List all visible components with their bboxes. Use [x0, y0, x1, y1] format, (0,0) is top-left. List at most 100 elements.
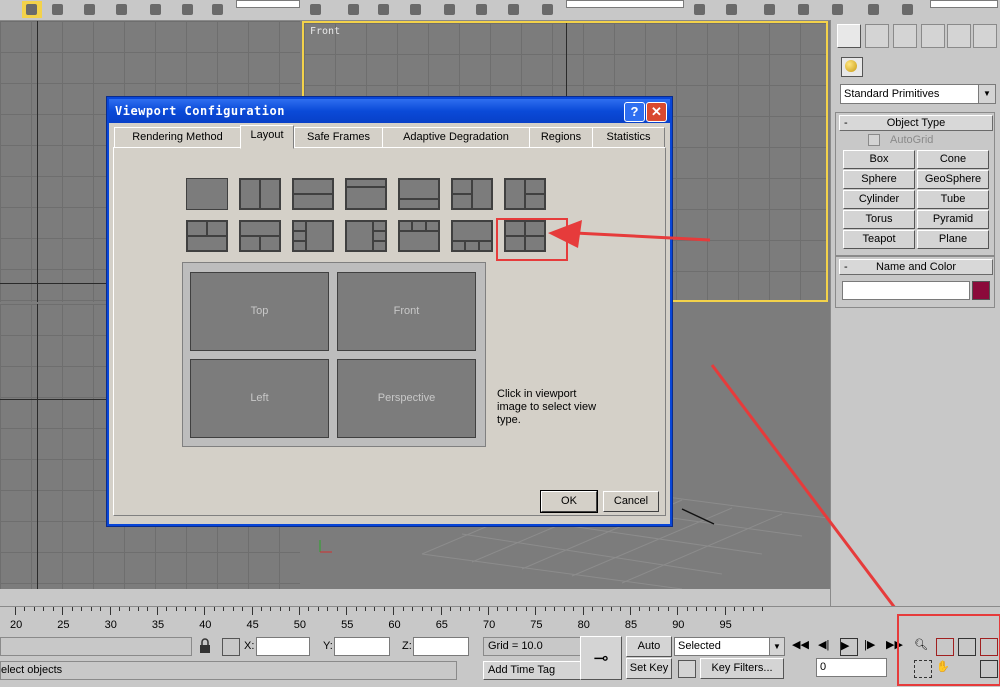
- key-filters-button[interactable]: Key Filters...: [700, 658, 784, 679]
- reference-coordinate-dropdown[interactable]: [236, 0, 300, 8]
- layout-option[interactable]: [292, 220, 334, 252]
- cameras-icon[interactable]: [909, 57, 929, 75]
- space-warps-icon[interactable]: [953, 57, 973, 75]
- named-selection-sets-field[interactable]: [566, 0, 684, 8]
- layout-option[interactable]: [239, 178, 281, 210]
- select-by-name-icon[interactable]: [48, 1, 68, 18]
- material-editor-icon[interactable]: [864, 1, 884, 18]
- snaps-icon[interactable]: [374, 1, 394, 18]
- set-key-button[interactable]: Set Key: [626, 658, 672, 679]
- tab-rendering-method[interactable]: Rendering Method: [114, 127, 241, 148]
- x-coordinate-field[interactable]: [256, 637, 310, 656]
- torus-button[interactable]: Torus: [843, 210, 915, 229]
- layout-option[interactable]: [398, 220, 440, 252]
- edit-named-selection-icon[interactable]: [538, 1, 558, 18]
- layout-option[interactable]: [186, 178, 228, 210]
- auto-key-button[interactable]: Auto Key: [626, 636, 672, 671]
- align-icon[interactable]: [722, 1, 742, 18]
- object-type-header[interactable]: - Object Type: [839, 115, 993, 131]
- layout-option[interactable]: [345, 220, 387, 252]
- move-icon[interactable]: [146, 1, 166, 18]
- mirror-icon[interactable]: [690, 1, 710, 18]
- tab-layout[interactable]: Layout: [240, 125, 294, 149]
- ok-button[interactable]: OK: [541, 491, 597, 512]
- tab-safe-frames[interactable]: Safe Frames: [294, 127, 383, 148]
- layout-option[interactable]: [239, 220, 281, 252]
- close-icon[interactable]: ✕: [646, 102, 667, 122]
- curve-editor-icon[interactable]: [794, 1, 814, 18]
- timeline-track-bar[interactable]: 20 25 30 35 40 45 50 55 60 65 70 75 80 85 90 95: [0, 606, 1000, 635]
- geosphere-button[interactable]: GeoSphere: [917, 170, 989, 189]
- cylinder-button[interactable]: Cylinder: [843, 190, 915, 209]
- y-coordinate-field[interactable]: [334, 637, 390, 656]
- preview-viewport-left[interactable]: Left: [190, 359, 329, 438]
- layout-option[interactable]: [186, 220, 228, 252]
- render-type-dropdown[interactable]: [930, 0, 998, 8]
- layer-manager-icon[interactable]: [760, 1, 780, 18]
- play-icon[interactable]: ▶: [840, 638, 858, 656]
- layout-option[interactable]: [504, 178, 546, 210]
- percent-snap-icon[interactable]: [440, 1, 460, 18]
- lock-icon[interactable]: [198, 638, 214, 654]
- render-scene-icon[interactable]: [898, 1, 918, 18]
- help-icon[interactable]: ?: [624, 102, 645, 122]
- absolute-mode-icon[interactable]: [222, 638, 240, 656]
- scale-icon[interactable]: [208, 1, 228, 18]
- layout-option[interactable]: [292, 178, 334, 210]
- layout-option[interactable]: [345, 178, 387, 210]
- preview-viewport-front[interactable]: Front: [337, 272, 476, 351]
- geometry-icon[interactable]: [841, 57, 863, 77]
- layout-option[interactable]: [451, 178, 493, 210]
- next-frame-icon[interactable]: |▶: [864, 638, 880, 654]
- hierarchy-tab-icon[interactable]: [893, 24, 917, 48]
- cone-button[interactable]: Cone: [917, 150, 989, 169]
- dialog-title-bar[interactable]: Viewport Configuration ? ✕: [109, 99, 670, 123]
- previous-frame-icon[interactable]: ◀|: [818, 638, 834, 654]
- viewport-label-front[interactable]: Front: [310, 26, 340, 37]
- lights-icon[interactable]: [887, 57, 907, 75]
- cancel-button[interactable]: Cancel: [603, 491, 659, 512]
- window-crossing-icon[interactable]: [112, 1, 132, 18]
- utilities-tab-icon[interactable]: [973, 24, 997, 48]
- autogrid-checkbox[interactable]: [868, 134, 880, 146]
- current-frame-field[interactable]: 0: [816, 658, 887, 677]
- add-time-tag-button[interactable]: Add Time Tag: [483, 661, 581, 680]
- maxscript-listener[interactable]: [0, 637, 192, 656]
- preview-viewport-top[interactable]: Top: [190, 272, 329, 351]
- systems-icon[interactable]: [975, 57, 995, 75]
- plane-button[interactable]: Plane: [917, 230, 989, 249]
- sphere-button[interactable]: Sphere: [843, 170, 915, 189]
- object-name-field[interactable]: [842, 281, 970, 300]
- object-color-swatch[interactable]: [972, 281, 990, 300]
- key-icon[interactable]: ⊸: [580, 636, 622, 680]
- rect-region-icon[interactable]: [80, 1, 100, 18]
- layout-option[interactable]: [451, 220, 493, 252]
- select-icon[interactable]: [22, 1, 42, 18]
- name-color-header[interactable]: - Name and Color: [839, 259, 993, 275]
- named-selection-icon[interactable]: [504, 1, 524, 18]
- tab-regions[interactable]: Regions: [529, 127, 593, 148]
- go-to-start-icon[interactable]: ◀◀: [792, 638, 809, 654]
- create-tab-icon[interactable]: [837, 24, 861, 48]
- select-manipulate-icon[interactable]: [344, 1, 364, 18]
- teapot-button[interactable]: Teapot: [843, 230, 915, 249]
- spinner-snap-icon[interactable]: [472, 1, 492, 18]
- modify-tab-icon[interactable]: [865, 24, 889, 48]
- time-tag-icon[interactable]: [462, 662, 478, 678]
- key-mode-dropdown[interactable]: Selected ▼: [674, 637, 785, 656]
- layout-option[interactable]: [398, 178, 440, 210]
- tab-statistics[interactable]: Statistics: [592, 127, 665, 148]
- tab-adaptive-degradation[interactable]: Adaptive Degradation: [382, 127, 530, 148]
- object-category-dropdown[interactable]: Standard Primitives ▼: [840, 84, 996, 104]
- tube-button[interactable]: Tube: [917, 190, 989, 209]
- pivot-icon[interactable]: [306, 1, 326, 18]
- schematic-view-icon[interactable]: [828, 1, 848, 18]
- display-tab-icon[interactable]: [947, 24, 971, 48]
- pyramid-button[interactable]: Pyramid: [917, 210, 989, 229]
- helpers-icon[interactable]: [931, 57, 951, 75]
- angle-snap-icon[interactable]: [406, 1, 426, 18]
- z-coordinate-field[interactable]: [413, 637, 469, 656]
- box-button[interactable]: Box: [843, 150, 915, 169]
- motion-tab-icon[interactable]: [921, 24, 945, 48]
- rotate-icon[interactable]: [178, 1, 198, 18]
